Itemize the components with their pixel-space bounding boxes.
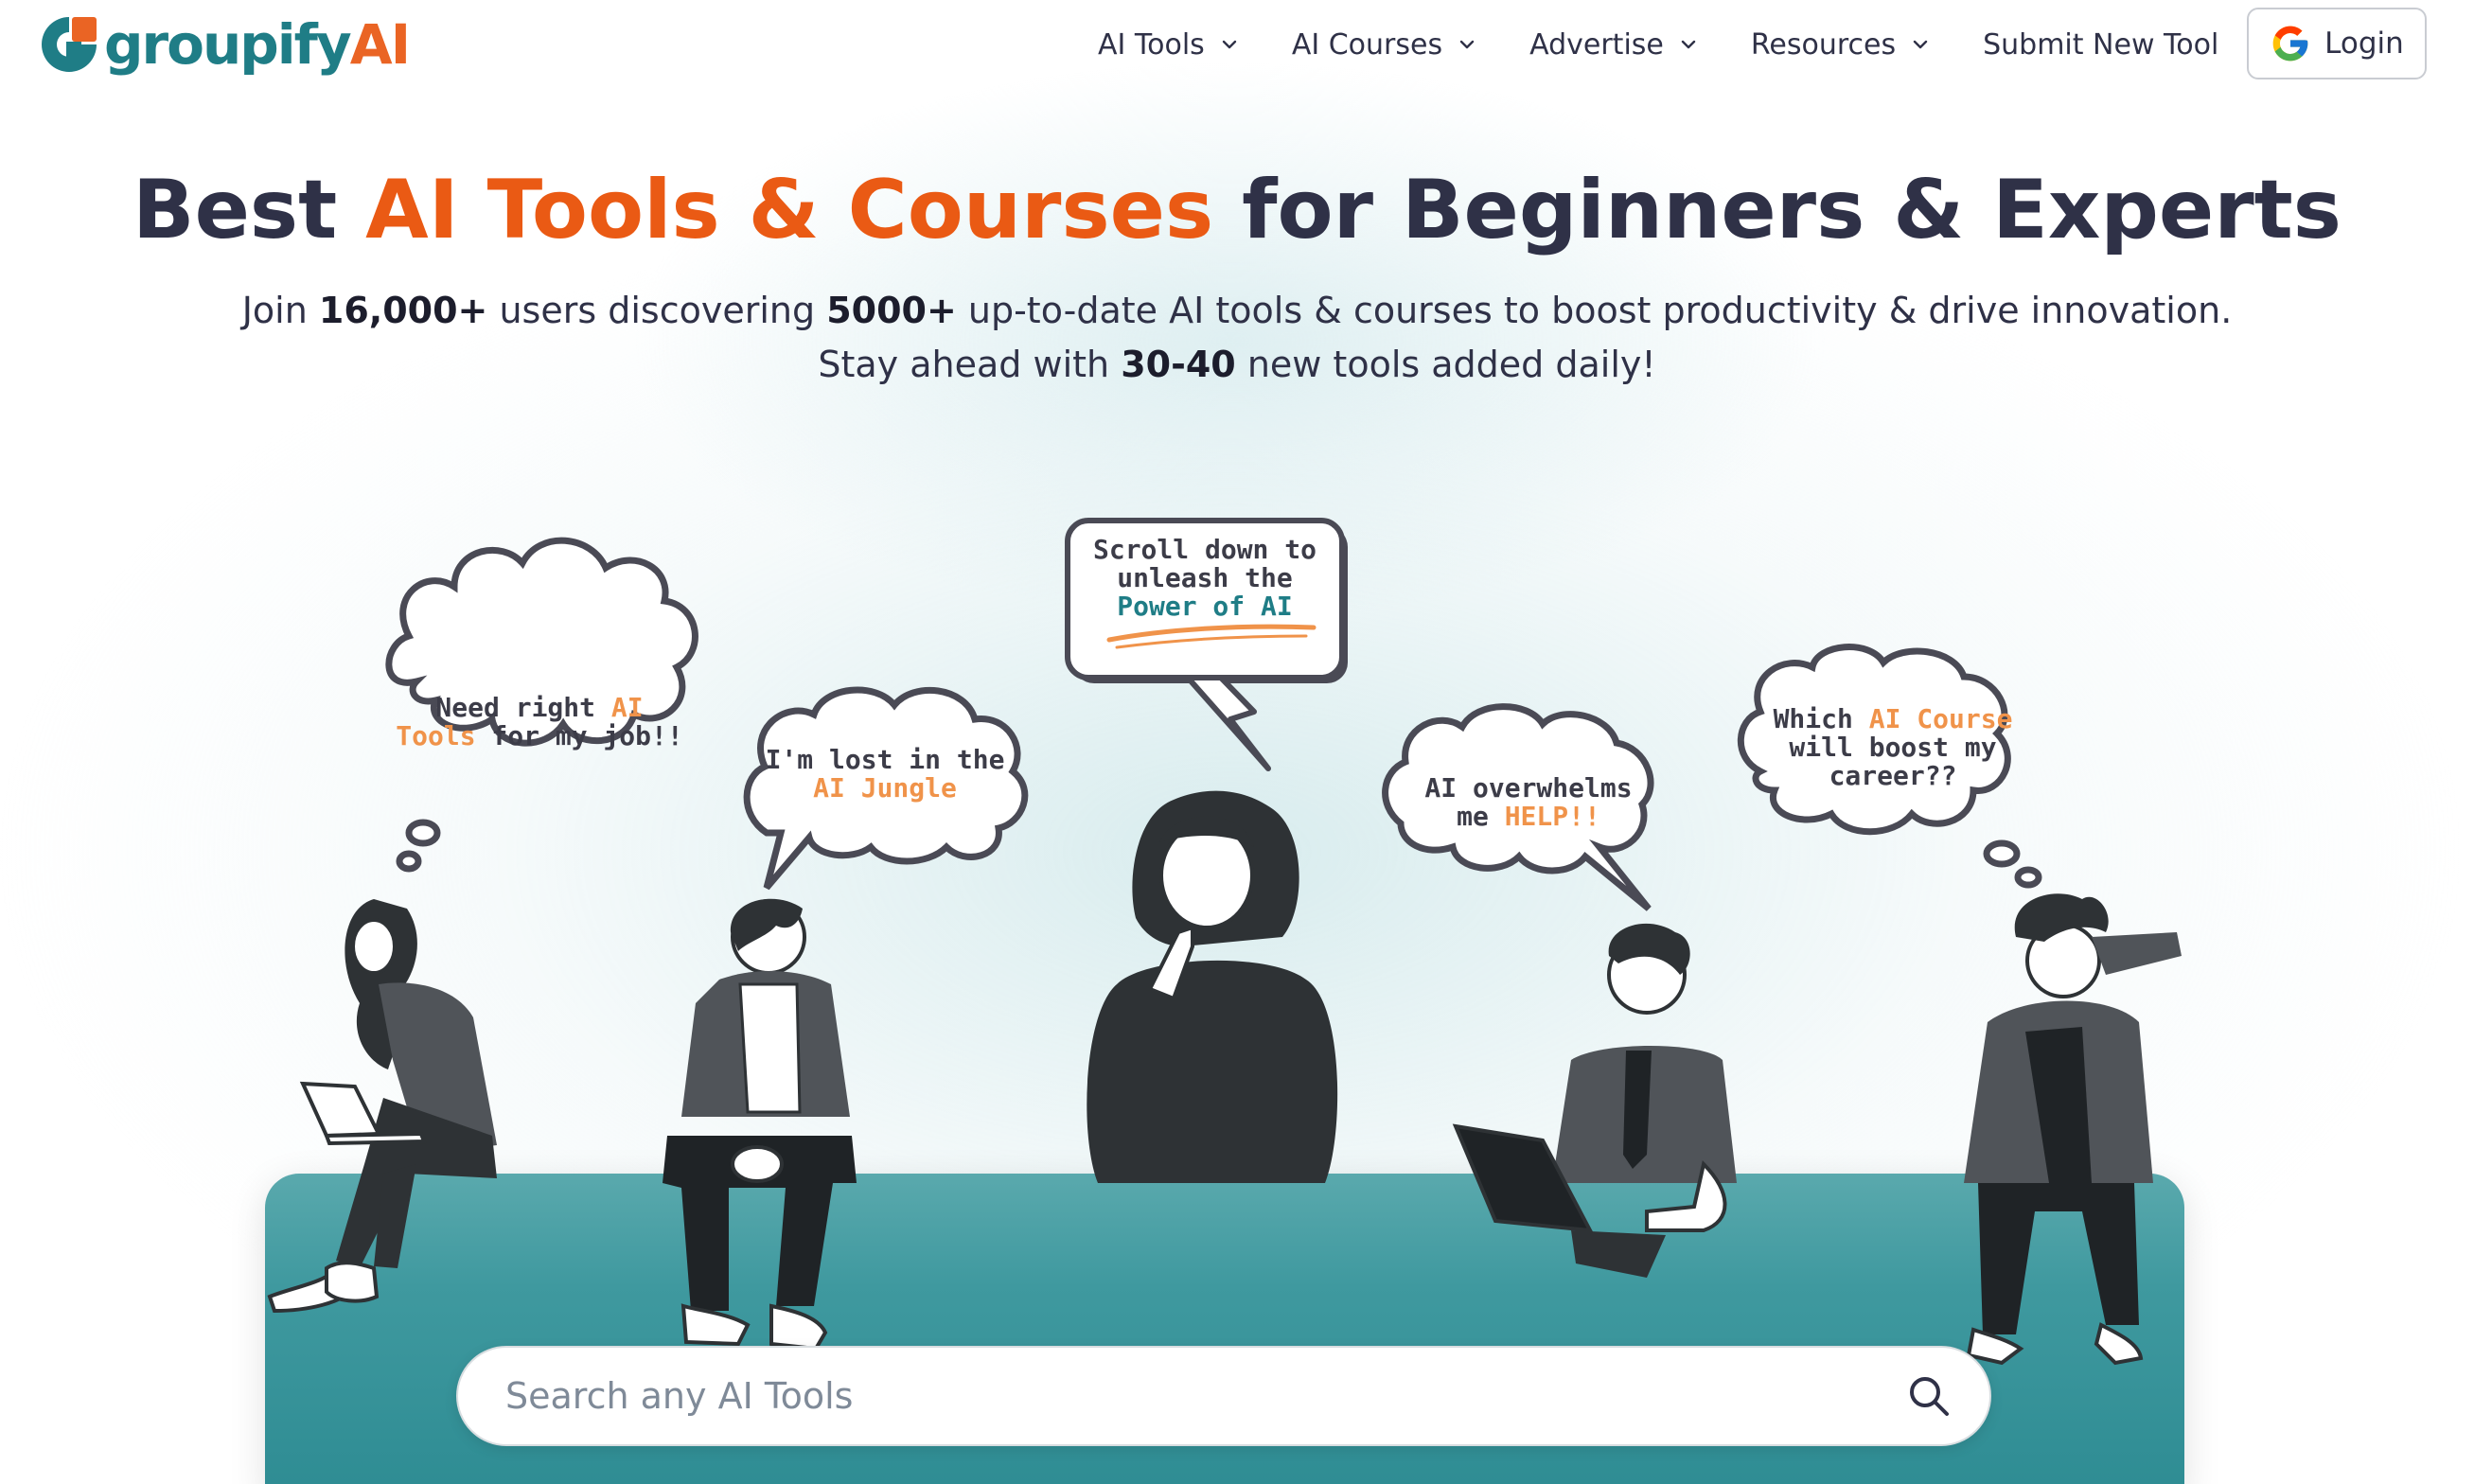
bubble-text-highlight: Power of AI — [1117, 591, 1293, 622]
bubble-text-part: AI overwhelms — [1424, 772, 1633, 804]
bubble-4-text: AI overwhelms me HELP!! — [1391, 774, 1666, 831]
bubble-3-text: Scroll down to unleash the Power of AI — [1068, 536, 1342, 621]
brand-name-part2: AI — [349, 12, 411, 77]
groupify-logo-icon — [42, 17, 97, 72]
daily-count: 30-40 — [1121, 344, 1236, 385]
hero-subtitle-line1: Join 16,000+ users discovering 5000+ up-… — [0, 284, 2474, 338]
brand-wordmark: groupifyAI — [104, 17, 411, 72]
nav-item-label: AI Tools — [1098, 27, 1205, 62]
bubble-2-text: I'm lost in the AI Jungle — [748, 746, 1022, 803]
hero-title-prefix: Best — [133, 163, 366, 257]
nav-item-label: AI Courses — [1291, 27, 1443, 62]
bubble-text-part: unleash the — [1117, 562, 1293, 593]
chevron-down-icon — [1459, 40, 1475, 49]
nav-item-ai-tools[interactable]: AI Tools — [1098, 28, 1239, 62]
bubble-text-part: Scroll down to — [1092, 534, 1317, 565]
bubble-text-part: Which — [1773, 703, 1869, 734]
chevron-down-icon — [1913, 40, 1928, 49]
main-nav: AI Tools AI Courses Advertise Resources … — [1098, 21, 2218, 68]
sub-text: up-to-date AI tools & courses to boost p… — [956, 290, 2233, 331]
person-woman-thinking — [1087, 790, 1338, 1183]
hero-title-accent: AI Tools & Courses — [365, 163, 1214, 257]
hero-title: Best AI Tools & Courses for Beginners & … — [0, 163, 2474, 257]
chevron-down-icon — [1222, 40, 1237, 49]
top-navbar: groupifyAI AI Tools AI Courses Advertise… — [0, 0, 2474, 90]
bubble-text-highlight: AI Course — [1868, 703, 2013, 734]
bubble-text-highlight: AI Jungle — [813, 772, 957, 804]
nav-item-submit-new-tool[interactable]: Submit New Tool — [1983, 28, 2218, 62]
bubble-text-part: I'm lost in the — [765, 744, 1005, 775]
bubble-text-part: career?? — [1829, 760, 1957, 791]
search-input[interactable] — [458, 1348, 1906, 1444]
hero-subtitle-line2: Stay ahead with 30-40 new tools added da… — [0, 338, 2474, 392]
bubble-text-part: Need right — [435, 692, 611, 723]
bubble-text-part: me — [1457, 801, 1505, 832]
nav-item-resources[interactable]: Resources — [1751, 28, 1930, 62]
login-label: Login — [2324, 26, 2404, 61]
sub-text: Join — [241, 290, 319, 331]
bubble-text-highlight: HELP!! — [1504, 801, 1600, 832]
bubble-1-text: Need right AI Tools for my job!! — [388, 694, 691, 751]
nav-item-label: Advertise — [1529, 27, 1664, 62]
nav-item-advertise[interactable]: Advertise — [1529, 28, 1698, 62]
google-icon — [2272, 26, 2308, 62]
bubble-text-highlight: AI — [610, 692, 644, 723]
chevron-down-icon — [1681, 40, 1696, 49]
sub-text: new tools added daily! — [1235, 344, 1656, 385]
bubble-text-part: will boost my — [1789, 732, 1997, 763]
hero-title-suffix: for Beginners & Experts — [1213, 163, 2341, 257]
login-button[interactable]: Login — [2247, 8, 2427, 80]
nav-item-label: Resources — [1750, 27, 1897, 62]
brand-name-part1: groupify — [104, 12, 352, 77]
sub-text: Stay ahead with — [818, 344, 1122, 385]
nav-item-ai-courses[interactable]: AI Courses — [1292, 28, 1476, 62]
brand-logo[interactable]: groupifyAI — [38, 11, 411, 78]
search-icon[interactable] — [1906, 1373, 1952, 1419]
nav-item-label: Submit New Tool — [1983, 27, 2219, 62]
bubble-text-highlight: Tools — [396, 720, 476, 751]
bubble-text-part: for my job!! — [475, 720, 683, 751]
hero-subtitle: Join 16,000+ users discovering 5000+ up-… — [0, 284, 2474, 392]
user-count: 16,000+ — [318, 290, 488, 331]
search-bar — [456, 1346, 1991, 1446]
tool-count: 5000+ — [826, 290, 957, 331]
bubble-5-text: Which AI Course will boost my career?? — [1741, 705, 2044, 790]
sub-text: users discovering — [487, 290, 827, 331]
